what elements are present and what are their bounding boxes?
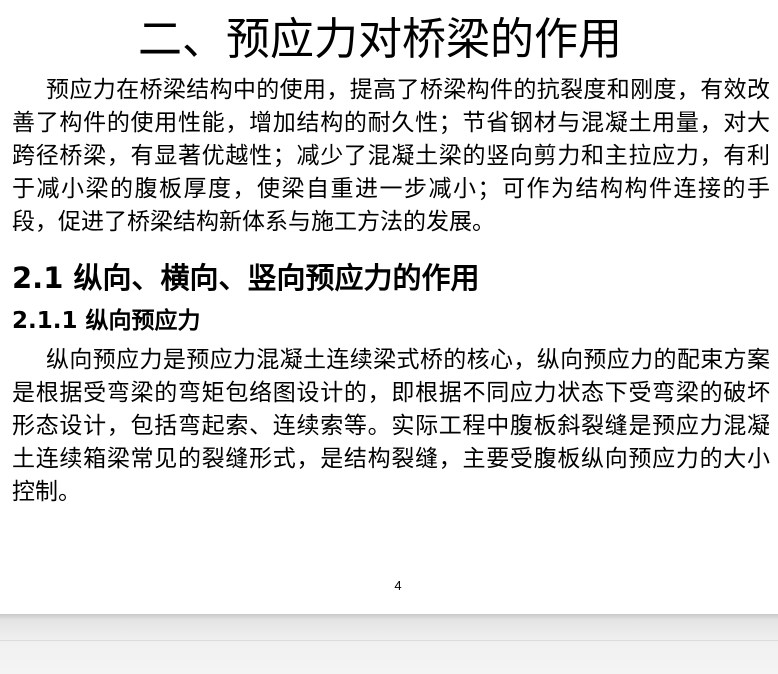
page-title: 二、预应力对桥梁的作用 (138, 14, 622, 65)
document-page: 二、预应力对桥梁的作用 预应力在桥梁结构中的使用，提高了桥梁构件的抗裂度和刚度，… (0, 0, 778, 614)
page-gap-divider (0, 640, 778, 641)
page-number: 4 (394, 578, 402, 593)
subsection-heading: 2.1.1 纵向预应力 (12, 308, 201, 334)
page-gap (0, 614, 778, 674)
intro-paragraph: 预应力在桥梁结构中的使用，提高了桥梁构件的抗裂度和刚度，有效改善了构件的使用性能… (12, 77, 770, 235)
subsection-paragraph: 纵向预应力是预应力混凝土连续梁式桥的核心，纵向预应力的配束方案是根据受弯梁的弯矩… (12, 347, 770, 505)
section-heading: 2.1 纵向、横向、竖向预应力的作用 (12, 261, 480, 295)
